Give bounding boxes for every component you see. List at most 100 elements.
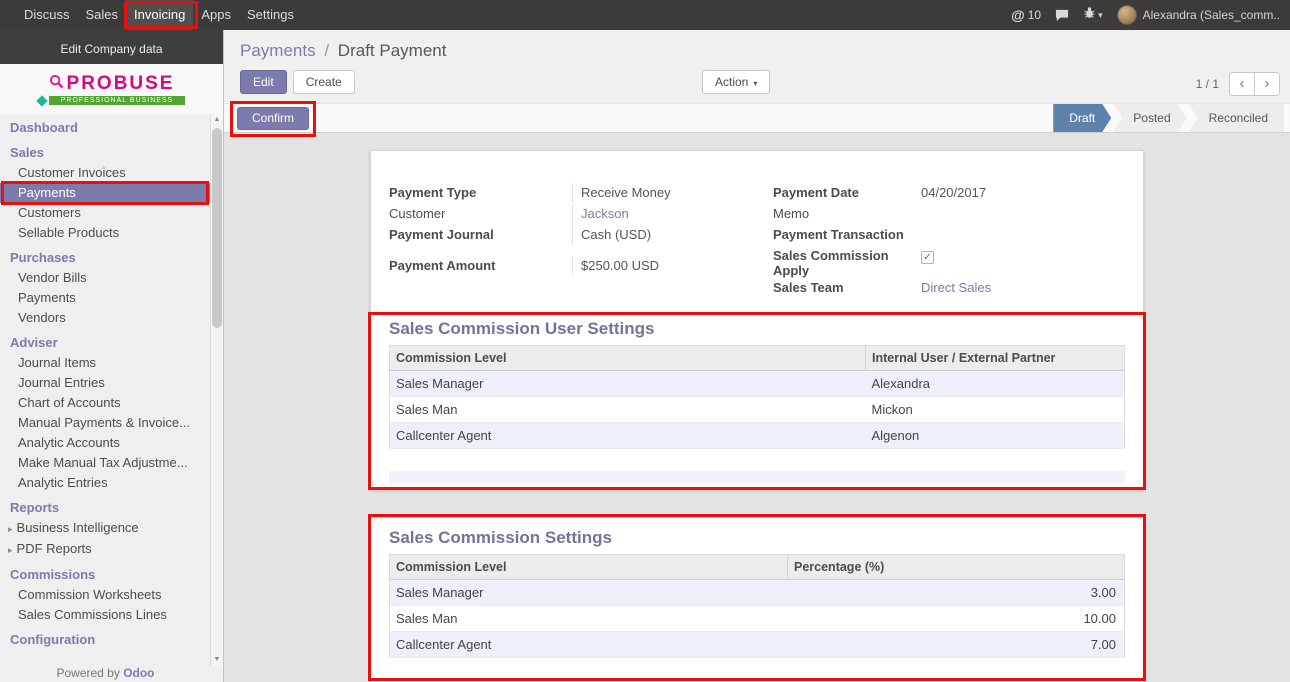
customer-link[interactable]: Jackson [572, 204, 757, 223]
breadcrumb-record: Draft Payment [338, 41, 447, 60]
sidebar: Edit Company data PROBUSE PROFESSIONAL B… [0, 30, 224, 682]
menu-settings[interactable]: Settings [239, 0, 302, 30]
field-label: Payment Date [773, 183, 913, 200]
sidebar-item-vendor-bills[interactable]: Vendor Bills [0, 268, 211, 288]
state-reconciled[interactable]: Reconciled [1189, 104, 1284, 132]
top-navbar: Discuss Sales Invoicing Apps Settings @ … [0, 0, 1290, 30]
commission-settings-table: Commission Level Percentage (%) Sales Ma… [389, 554, 1125, 658]
check-icon: ✓ [923, 252, 931, 263]
table-row[interactable]: Callcenter Agent Algenon [390, 423, 1125, 449]
debug-menu[interactable]: ▾ [1083, 6, 1103, 24]
menu-sales[interactable]: Sales [78, 0, 127, 30]
sidebar-item-dashboard[interactable]: Dashboard [0, 118, 211, 138]
edit-button[interactable]: Edit [240, 70, 287, 94]
scroll-up-icon[interactable]: ▲ [211, 114, 223, 126]
powered-by-text: Powered by [56, 666, 119, 680]
edit-company-button[interactable]: Edit Company data [0, 30, 223, 64]
field-label: Sales Team [773, 278, 913, 295]
sidebar-item-label: PDF Reports [17, 541, 92, 556]
scroll-down-icon[interactable]: ▼ [211, 654, 223, 666]
sales-team-link[interactable]: Direct Sales [913, 278, 1125, 297]
create-button[interactable]: Create [293, 70, 355, 94]
main-area: Payments / Draft Payment Edit Create Act… [224, 30, 1290, 682]
breadcrumb-payments[interactable]: Payments [240, 41, 316, 60]
mention-counter[interactable]: @ 10 [1011, 7, 1041, 23]
user-settings-table: Commission Level Internal User / Externa… [389, 345, 1125, 449]
table-row[interactable]: Sales Man 10.00 [390, 606, 1125, 632]
sidebar-item-manual-tax-adjustments[interactable]: Make Manual Tax Adjustme... [0, 453, 211, 473]
breadcrumb-separator: / [320, 41, 333, 60]
odoo-link[interactable]: Odoo [123, 666, 154, 680]
sidebar-section-adviser: Adviser [0, 333, 211, 353]
main-menus: Discuss Sales Invoicing Apps Settings [0, 0, 302, 30]
cell-commission-level: Sales Manager [390, 371, 866, 397]
field-customer: Customer Jackson [389, 204, 757, 225]
table-row[interactable]: Sales Manager 3.00 [390, 580, 1125, 606]
menu-invoicing[interactable]: Invoicing [126, 0, 193, 30]
sales-commission-apply-checkbox[interactable]: ✓ [921, 251, 934, 264]
sidebar-item-analytic-accounts[interactable]: Analytic Accounts [0, 433, 211, 453]
sidebar-section-reports: Reports [0, 498, 211, 518]
sidebar-item-customer-invoices[interactable]: Customer Invoices [0, 163, 211, 183]
sidebar-item-commission-worksheets[interactable]: Commission Worksheets [0, 585, 211, 605]
caret-down-icon: ▾ [1098, 10, 1103, 21]
statusbar: Confirm Draft Posted Reconciled [224, 103, 1290, 133]
column-header-commission-level[interactable]: Commission Level [390, 555, 788, 580]
field-label: Customer [389, 204, 572, 221]
company-logo: PROBUSE PROFESSIONAL BUSINESS [0, 64, 223, 114]
cell-commission-level: Callcenter Agent [390, 423, 866, 449]
cell-percentage: 7.00 [788, 632, 1125, 658]
column-header-commission-level[interactable]: Commission Level [390, 346, 866, 371]
commission-settings-section: Sales Commission Settings Commission Lev… [371, 528, 1143, 658]
breadcrumb: Payments / Draft Payment [224, 30, 1290, 61]
state-posted[interactable]: Posted [1113, 104, 1186, 132]
field-payment-type: Payment Type Receive Money [389, 183, 757, 204]
table-row[interactable]: Callcenter Agent 7.00 [390, 632, 1125, 658]
table-row[interactable]: Sales Man Mickon [390, 397, 1125, 423]
cell-user: Mickon [866, 397, 1125, 423]
sidebar-item-pdf-reports[interactable]: ▸PDF Reports [0, 539, 211, 560]
avatar [1117, 5, 1137, 25]
sidebar-item-manual-payments[interactable]: Manual Payments & Invoice... [0, 413, 211, 433]
column-header-percentage[interactable]: Percentage (%) [788, 555, 1125, 580]
sidebar-item-customers[interactable]: Customers [0, 203, 211, 223]
sidebar-item-business-intelligence[interactable]: ▸Business Intelligence [0, 518, 211, 539]
sidebar-scrollbar[interactable]: ▲ ▼ [210, 114, 223, 666]
pager-next-button[interactable]: › [1254, 72, 1280, 96]
sidebar-item-sellable-products[interactable]: Sellable Products [0, 223, 211, 243]
sidebar-item-vendor-payments[interactable]: Payments [0, 288, 211, 308]
payment-amount-value: $250.00 USD [572, 256, 757, 275]
cell-user: Algenon [866, 423, 1125, 449]
messages-icon[interactable] [1055, 9, 1069, 22]
cell-percentage: 3.00 [788, 580, 1125, 606]
commission-settings-sheet: Sales Commission Settings Commission Lev… [370, 517, 1144, 682]
statusbar-states: Draft Posted Reconciled [1051, 104, 1284, 132]
sidebar-section-commissions: Commissions [0, 565, 211, 585]
sidebar-item-sales-commissions-lines[interactable]: Sales Commissions Lines [0, 605, 211, 625]
menu-apps[interactable]: Apps [193, 0, 239, 30]
user-menu[interactable]: Alexandra (Sales_comm.. [1117, 5, 1280, 25]
pager-previous-button[interactable]: ‹ [1229, 72, 1255, 96]
sidebar-item-chart-of-accounts[interactable]: Chart of Accounts [0, 393, 211, 413]
sidebar-item-vendors[interactable]: Vendors [0, 308, 211, 328]
user-name: Alexandra (Sales_comm.. [1143, 8, 1280, 22]
logo-tagline: PROFESSIONAL BUSINESS [49, 96, 186, 105]
sidebar-item-payments[interactable]: Payments [0, 183, 211, 203]
field-payment-transaction: Payment Transaction [773, 225, 1125, 246]
sidebar-item-journal-entries[interactable]: Journal Entries [0, 373, 211, 393]
payment-transaction-value [913, 225, 1125, 242]
form-view: Payment Type Receive Money Customer Jack… [224, 133, 1290, 682]
scrollbar-thumb[interactable] [212, 128, 222, 328]
column-header-internal-user[interactable]: Internal User / External Partner [866, 346, 1125, 371]
menu-discuss[interactable]: Discuss [16, 0, 78, 30]
sidebar-item-analytic-entries[interactable]: Analytic Entries [0, 473, 211, 493]
pager: 1 / 1 ‹ › [1196, 72, 1280, 96]
confirm-button[interactable]: Confirm [237, 107, 309, 130]
at-icon: @ [1011, 7, 1025, 23]
sidebar-item-journal-items[interactable]: Journal Items [0, 353, 211, 373]
user-settings-section: Sales Commission User Settings Commissio… [371, 319, 1143, 483]
state-draft[interactable]: Draft [1053, 104, 1111, 132]
table-row[interactable]: Sales Manager Alexandra [390, 371, 1125, 397]
action-dropdown[interactable]: Action▾ [702, 70, 770, 94]
memo-value [913, 204, 1125, 221]
